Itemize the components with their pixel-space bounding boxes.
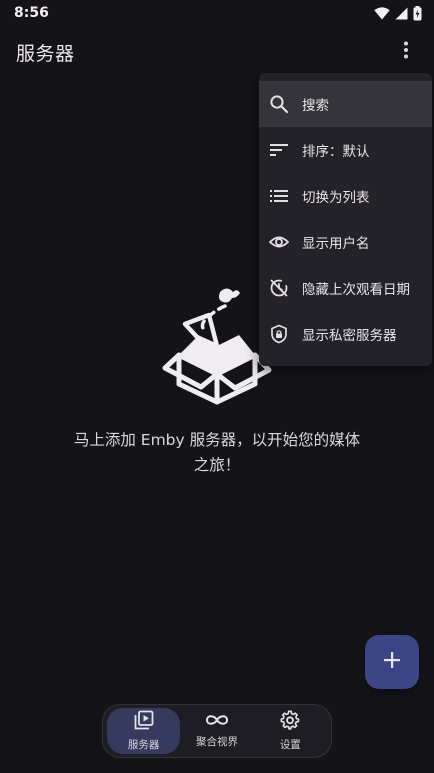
wifi-icon [374,6,390,20]
search-icon [269,94,289,114]
bottom-nav: 服务器 聚合视界 设置 [102,704,332,758]
menu-item-label: 搜索 [302,98,329,114]
add-server-button[interactable] [365,635,419,689]
menu-item-toggle-list[interactable]: 切换为列表 [259,173,432,219]
menu-item-label: 显示私密服务器 [302,328,397,344]
signal-icon [395,7,408,20]
more-options-button[interactable] [392,38,420,66]
infinity-icon [205,713,229,730]
status-icons [374,5,422,21]
nav-item-label: 服务器 [127,739,160,751]
more-vert-icon [403,41,409,63]
history-off-icon [269,278,289,298]
nav-item-label: 聚合视界 [195,736,238,748]
gear-icon [280,710,300,733]
sort-icon [269,140,289,160]
overflow-menu: 搜索 排序：默认 切换为列表 显示用户名 隐藏上次观看日期 显示私密服务器 [259,73,432,366]
nav-item-servers[interactable]: 服务器 [107,708,181,754]
shield-lock-icon [269,324,289,344]
nav-item-settings[interactable]: 设置 [254,708,327,754]
menu-item-label: 切换为列表 [302,190,370,206]
empty-state-message: 马上添加 Emby 服务器，以开始您的媒体之旅！ [73,431,361,474]
battery-icon [413,5,422,21]
status-bar: 8:56 [0,0,434,26]
list-icon [269,186,289,206]
menu-item-hide-last-watched[interactable]: 隐藏上次观看日期 [259,265,432,311]
nav-item-label: 设置 [279,739,301,751]
status-time: 8:56 [14,5,49,21]
plus-icon [383,651,401,673]
menu-item-sort[interactable]: 排序：默认 [259,127,432,173]
app-bar: 服务器 [0,30,434,74]
page-title: 服务器 [16,42,75,65]
nav-item-aggregate-view[interactable]: 聚合视界 [180,708,253,754]
menu-item-show-username[interactable]: 显示用户名 [259,219,432,265]
menu-item-search[interactable]: 搜索 [259,81,432,127]
menu-item-label: 排序：默认 [302,144,370,160]
app-screen: 8:56 服务器 马上添加 Emby 服务器，以开始您的媒体之旅！ 搜索 排序：… [0,0,434,773]
eye-icon [269,232,289,252]
menu-item-label: 显示用户名 [302,236,370,252]
menu-item-label: 隐藏上次观看日期 [302,282,410,298]
menu-item-show-private[interactable]: 显示私密服务器 [259,311,432,357]
video-library-icon [134,710,154,733]
